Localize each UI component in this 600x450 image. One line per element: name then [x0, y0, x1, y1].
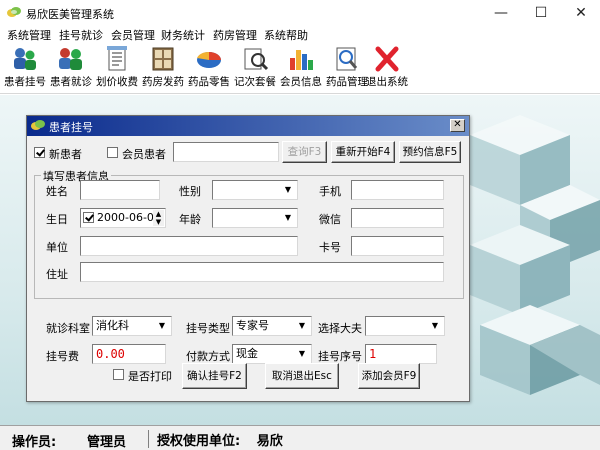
toolbar-billing[interactable]: 划价收费 — [94, 46, 140, 92]
company-label: 单位 — [46, 241, 68, 254]
menu-registration[interactable]: 挂号就诊 — [59, 27, 103, 43]
address-label: 住址 — [46, 268, 68, 281]
name-input[interactable] — [80, 180, 160, 200]
wechat-label: 微信 — [319, 213, 341, 226]
restart-button[interactable]: 重新开始F4 — [331, 141, 395, 163]
seq-input[interactable]: 1 — [365, 344, 437, 364]
print-checkbox[interactable] — [113, 369, 124, 380]
dialog-close-button[interactable]: ✕ — [450, 119, 465, 132]
licensee-label: 授权使用单位: — [157, 434, 241, 449]
toolbar-package-count[interactable]: 记次套餐 — [232, 46, 278, 92]
address-input[interactable] — [80, 262, 444, 282]
chevron-down-icon: ▼ — [158, 321, 166, 330]
confirm-register-button[interactable]: 确认挂号F2 — [182, 363, 247, 389]
patient-register-icon — [14, 48, 36, 70]
cancel-exit-button[interactable]: 取消退出Esc — [265, 363, 339, 389]
card-label: 卡号 — [319, 241, 341, 254]
patient-visit-icon — [59, 48, 82, 70]
licensee-value: 易欣 — [256, 434, 283, 449]
chevron-down-icon: ▼ — [284, 213, 292, 222]
payment-select[interactable]: 现金 ▼ — [232, 344, 312, 364]
dialog-leaf-icon — [31, 120, 45, 130]
phone-label: 手机 — [319, 185, 341, 198]
toolbar: 患者挂号 患者就诊 划价收费 药房发药 药品零售 记次套餐 会员信息 药品管理 … — [0, 44, 600, 94]
payment-label: 付款方式 — [186, 350, 230, 363]
billing-icon — [107, 46, 127, 71]
birthday-label: 生日 — [46, 213, 68, 226]
company-input[interactable] — [80, 236, 298, 256]
menu-pharmacy[interactable]: 药房管理 — [213, 27, 257, 43]
pharmacy-dispense-icon — [152, 47, 174, 71]
menu-finance[interactable]: 财务统计 — [161, 27, 205, 43]
patient-register-dialog: 患者挂号 ✕ 新患者 会员患者 查询F3 重新开始F4 预约信息F5 填写患者信… — [26, 115, 470, 402]
department-label: 就诊科室 — [46, 322, 90, 335]
operator-label: 操作员: — [12, 435, 57, 450]
toolbar-exit[interactable]: 退出系统 — [364, 46, 410, 92]
phone-input[interactable] — [351, 180, 444, 200]
window-title-bar: 易欣医美管理系统 — ☐ ✕ — [0, 0, 600, 26]
age-label: 年龄 — [179, 213, 201, 226]
dialog-title: 患者挂号 — [49, 121, 93, 134]
wechat-input[interactable] — [351, 208, 444, 228]
member-patient-checkbox[interactable] — [107, 147, 118, 158]
toolbar-drug-retail[interactable]: 药品零售 — [186, 46, 232, 92]
fee-label: 挂号费 — [46, 350, 79, 363]
member-info-icon — [290, 50, 313, 70]
menu-bar: 系统管理 挂号就诊 会员管理 财务统计 药房管理 系统帮助 — [0, 26, 600, 44]
chevron-down-icon: ▼ — [431, 321, 439, 330]
operator-value: 管理员 — [87, 435, 127, 450]
appointment-button[interactable]: 预约信息F5 — [399, 141, 461, 163]
birthday-checkbox[interactable] — [83, 212, 94, 223]
menu-member[interactable]: 会员管理 — [111, 27, 155, 43]
close-button[interactable]: ✕ — [561, 0, 600, 26]
menu-help[interactable]: 系统帮助 — [264, 27, 308, 43]
age-select[interactable]: ▼ — [212, 208, 298, 228]
package-count-icon — [244, 48, 269, 71]
gender-label: 性别 — [179, 185, 201, 198]
doctor-label: 选择大夫 — [318, 322, 362, 335]
member-search-input[interactable] — [173, 142, 279, 162]
chevron-down-icon: ▼ — [284, 185, 292, 194]
minimize-button[interactable]: — — [481, 0, 521, 26]
dialog-title-bar: 患者挂号 ✕ — [27, 116, 469, 136]
reg-type-select[interactable]: 专家号 ▼ — [232, 316, 312, 336]
toolbar-patient-visit[interactable]: 患者就诊 — [48, 46, 94, 92]
print-label: 是否打印 — [128, 370, 172, 383]
menu-system[interactable]: 系统管理 — [7, 27, 51, 43]
gender-select[interactable]: ▼ — [212, 180, 298, 200]
status-bar: 操作员: 管理员 授权使用单位: 易欣 — [0, 425, 600, 450]
chevron-down-icon: ▼ — [298, 349, 306, 358]
drug-management-icon — [336, 47, 358, 71]
licensee-segment: 授权使用单位: 易欣 — [148, 430, 600, 449]
drug-retail-icon — [197, 51, 221, 68]
chevron-down-icon: ▼ — [298, 321, 306, 330]
seq-label: 挂号序号 — [318, 350, 362, 363]
doctor-select[interactable]: ▼ — [365, 316, 445, 336]
department-select[interactable]: 消化科 ▼ — [92, 316, 172, 336]
toolbar-pharmacy-dispense[interactable]: 药房发药 — [140, 46, 186, 92]
toolbar-patient-register[interactable]: 患者挂号 — [2, 46, 48, 92]
name-label: 姓名 — [46, 185, 68, 198]
new-patient-label: 新患者 — [49, 148, 82, 161]
query-button[interactable]: 查询F3 — [282, 141, 327, 163]
reg-type-label: 挂号类型 — [186, 322, 230, 335]
fee-input[interactable]: 0.00 — [92, 344, 166, 364]
toolbar-member-info[interactable]: 会员信息 — [278, 46, 324, 92]
app-leaf-icon — [7, 7, 21, 17]
exit-icon — [375, 46, 399, 72]
window-title: 易欣医美管理系统 — [26, 8, 114, 21]
member-patient-label: 会员患者 — [122, 148, 166, 161]
add-member-button[interactable]: 添加会员F9 — [358, 363, 420, 389]
birthday-spinner[interactable]: ▲ ▼ — [153, 210, 164, 226]
card-input[interactable] — [351, 236, 444, 256]
new-patient-checkbox[interactable] — [34, 147, 45, 158]
maximize-button[interactable]: ☐ — [521, 0, 561, 26]
